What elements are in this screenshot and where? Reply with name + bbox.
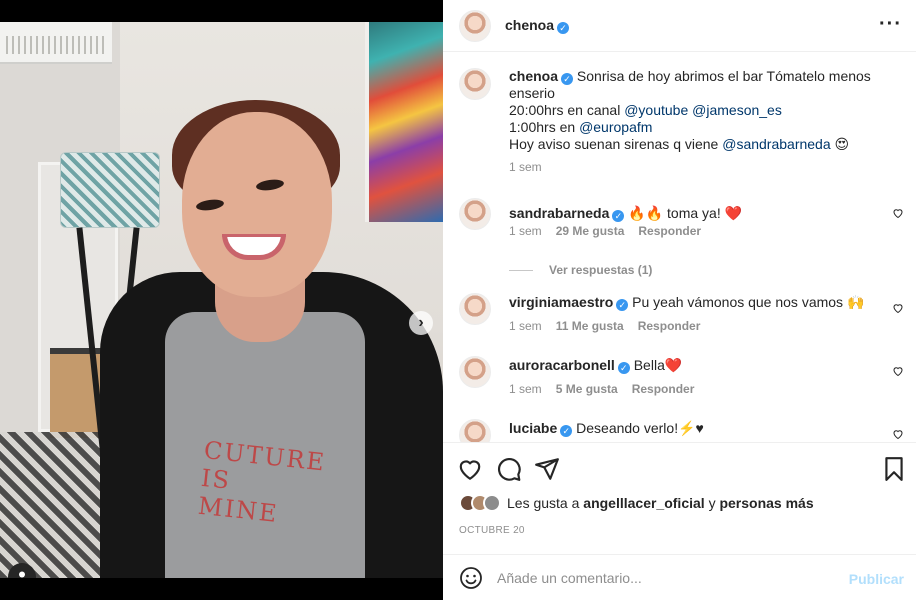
commenter-avatar[interactable] <box>459 293 491 325</box>
heart-eyes-emoji: 😍 <box>834 136 850 152</box>
photo-lampshade <box>60 152 160 228</box>
comment-input[interactable] <box>497 569 827 586</box>
mention-link[interactable]: @youtube <box>624 102 688 118</box>
instagram-post-modal: CUTURE IS MINE › chenoa ✓ ··· chenoa ✓ S… <box>0 0 916 600</box>
photo-shirt-print: CUTURE IS MINE <box>196 436 328 528</box>
comment-meta: 1 sem 29 Me gusta Responder <box>509 224 701 238</box>
more-horizontal-icon: ··· <box>879 13 902 35</box>
likes-summary: Les gusta a angelllacer_oficial y person… <box>459 494 814 512</box>
user-tag-icon <box>19 571 25 578</box>
comment-like-heart-icon[interactable] <box>892 365 904 377</box>
post-caption: chenoa ✓ Sonrisa de hoy abrimos el bar Tó… <box>459 68 889 176</box>
comment-time[interactable]: 1 sem <box>509 382 542 396</box>
caption-username[interactable]: chenoa <box>509 68 558 84</box>
comment-text: Bella❤️ <box>633 357 683 373</box>
likes-middle: y <box>704 495 720 511</box>
comment-text: Pu yeah vámonos que nos vamos 🙌 <box>632 294 865 310</box>
commenter-avatar[interactable] <box>459 356 491 388</box>
comment-bubble-icon[interactable] <box>496 456 522 482</box>
caption-line-4: Hoy aviso suenan sirenas q viene <box>509 136 723 152</box>
comments-list: chenoa ✓ Sonrisa de hoy abrimos el bar Tó… <box>443 53 916 442</box>
publish-button[interactable]: Publicar <box>849 571 904 587</box>
share-paper-plane-icon[interactable] <box>534 456 560 482</box>
post-action-bar <box>443 442 916 492</box>
caption-time[interactable]: 1 sem <box>509 159 889 176</box>
likes-others-button[interactable]: personas más <box>719 495 813 511</box>
comment-meta: 1 sem 11 Me gusta Responder <box>509 319 700 333</box>
comment-time[interactable]: 1 sem <box>509 224 542 238</box>
author-username-text[interactable]: chenoa <box>505 17 554 33</box>
verified-badge-icon: ✓ <box>561 73 574 85</box>
caption-line-2: 20:00hrs en canal <box>509 102 625 118</box>
verified-badge-icon: ✓ <box>616 299 629 311</box>
photo-painting <box>365 22 443 222</box>
author-username[interactable]: chenoa ✓ <box>505 17 570 34</box>
author-avatar[interactable] <box>459 9 491 42</box>
comment-likes[interactable]: 29 Me gusta <box>556 224 625 238</box>
verified-badge-icon: ✓ <box>560 425 573 437</box>
comment-text: 🔥🔥 toma ya! ❤️ <box>628 205 743 221</box>
reply-button[interactable]: Responder <box>632 382 695 396</box>
commenter-avatar[interactable] <box>459 419 491 442</box>
comment-text: Deseando verlo!⚡️♥ <box>576 420 704 436</box>
mention-link[interactable]: @jameson_es <box>692 102 782 118</box>
liker-avatar[interactable] <box>483 494 501 512</box>
comment-like-heart-icon[interactable] <box>892 302 904 314</box>
view-replies-label[interactable]: Ver respuestas (1) <box>549 263 652 277</box>
commenter-avatar[interactable] <box>459 198 491 230</box>
likes-prefix: Les gusta a <box>507 495 584 511</box>
comment-username[interactable]: luciabe <box>509 420 557 436</box>
post-photo[interactable]: CUTURE IS MINE › <box>0 22 443 578</box>
add-comment-bar: Publicar <box>443 554 916 600</box>
comment-item: luciabe ✓ Deseando verlo!⚡️♥ <box>459 419 704 442</box>
comment-username[interactable]: virginiamaestro <box>509 294 613 310</box>
caption-body: chenoa ✓ Sonrisa de hoy abrimos el bar Tó… <box>509 68 889 176</box>
verified-badge-icon: ✓ <box>617 362 630 374</box>
reply-button[interactable]: Responder <box>638 224 701 238</box>
author-avatar[interactable] <box>459 68 491 100</box>
caption-line-3: 1:00hrs en <box>509 119 580 135</box>
chevron-right-icon: › <box>418 314 424 331</box>
comment-likes[interactable]: 11 Me gusta <box>556 319 624 333</box>
reply-button[interactable]: Responder <box>638 319 701 333</box>
comment-username[interactable]: auroracarbonell <box>509 357 615 373</box>
verified-badge-icon: ✓ <box>557 22 570 34</box>
comment-body: luciabe ✓ Deseando verlo!⚡️♥ <box>509 420 704 442</box>
mention-link[interactable]: @europafm <box>579 119 652 135</box>
verified-badge-icon: ✓ <box>612 210 625 222</box>
comment-meta: 1 sem 5 Me gusta Responder <box>509 382 694 396</box>
post-header: chenoa ✓ ··· <box>443 0 916 52</box>
emoji-smiley-icon[interactable] <box>459 566 483 590</box>
mention-link[interactable]: @sandrabarneda <box>722 136 830 152</box>
view-replies-button[interactable]: Ver respuestas (1) <box>509 263 652 277</box>
comment-username[interactable]: sandrabarneda <box>509 205 609 221</box>
save-bookmark-icon[interactable] <box>881 456 907 482</box>
like-heart-icon[interactable] <box>457 456 483 482</box>
comment-like-heart-icon[interactable] <box>892 207 904 219</box>
liker-username[interactable]: angelllacer_oficial <box>583 495 704 511</box>
likes-text: Les gusta a angelllacer_oficial y person… <box>507 495 814 511</box>
comment-likes[interactable]: 5 Me gusta <box>556 382 618 396</box>
more-options-button[interactable]: ··· <box>879 14 902 34</box>
post-details-panel: chenoa ✓ ··· chenoa ✓ Sonrisa de hoy abrim… <box>443 0 916 600</box>
carousel-next-button[interactable]: › <box>409 311 433 335</box>
post-date[interactable]: OCTUBRE 20 <box>459 525 525 536</box>
comment-time[interactable]: 1 sem <box>509 319 542 333</box>
comment-like-heart-icon[interactable] <box>892 428 904 440</box>
photo-ac-unit <box>0 22 112 64</box>
